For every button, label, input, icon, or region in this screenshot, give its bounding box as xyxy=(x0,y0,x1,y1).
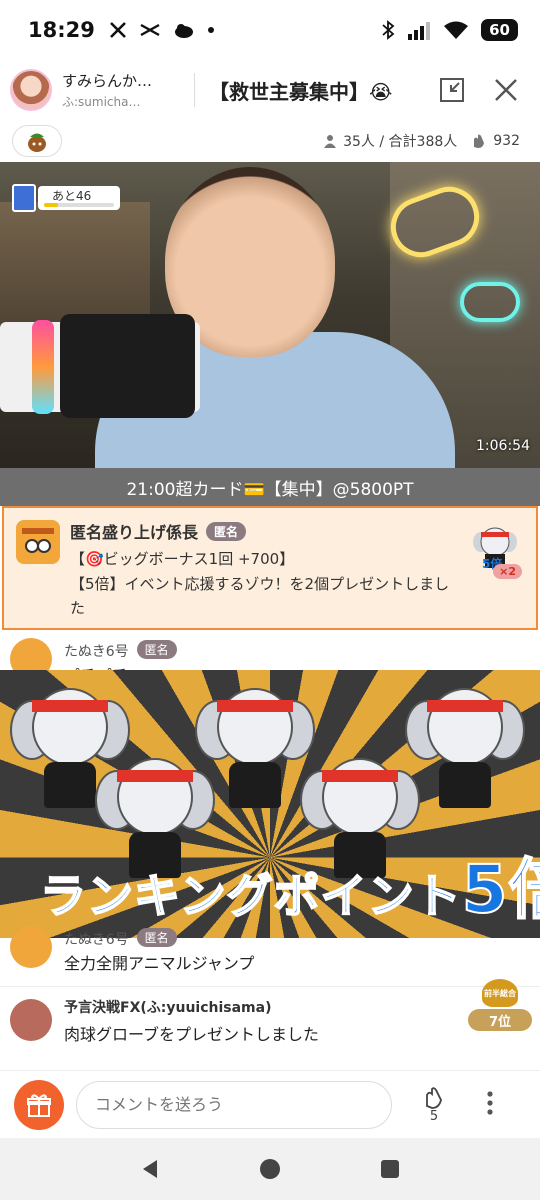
ranking-boost-multiplier: 5倍 xyxy=(461,850,540,929)
fan-badge-button[interactable] xyxy=(12,125,62,157)
microphone-ring xyxy=(32,320,54,414)
mission-progress xyxy=(44,203,114,207)
person-icon xyxy=(324,135,337,148)
ranking-boost-banner: ランキングポイント5倍 xyxy=(39,836,540,932)
capcut-icon xyxy=(140,23,160,37)
recents-icon[interactable] xyxy=(379,1158,401,1180)
like-count-text: 932 xyxy=(493,133,520,149)
viewer-count: 35人 / 合計388人 xyxy=(323,131,457,151)
mission-widget[interactable]: あと46 xyxy=(12,184,122,212)
mission-label: あと46 xyxy=(52,189,92,203)
home-icon[interactable] xyxy=(258,1157,282,1181)
clock: 18:29 xyxy=(28,18,95,42)
gift-sender-name-text: 匿名盛り上げ係長 xyxy=(70,523,199,542)
clap-icon xyxy=(426,1087,442,1109)
close-icon xyxy=(495,79,517,101)
battery-indicator: 60 xyxy=(481,19,518,41)
back-icon[interactable] xyxy=(139,1158,161,1180)
comment-text: 全力全開アニマルジャンプ xyxy=(64,954,255,973)
commenter-avatar xyxy=(10,999,52,1041)
close-button[interactable] xyxy=(486,70,526,110)
streamer-avatar[interactable] xyxy=(10,69,52,111)
bluetooth-icon xyxy=(382,20,395,40)
glasses-icon xyxy=(22,528,54,553)
ranking-position: 7位 xyxy=(468,1009,532,1031)
stream-timecode: 1:06:54 xyxy=(476,438,530,454)
streamer-name: すみらんか… xyxy=(62,72,153,90)
commenter-name-text: たぬき6号 xyxy=(64,932,129,948)
anonymous-tag: 匿名 xyxy=(206,522,247,541)
ticker-text: 21:00超カード💳【集中】@5800PT xyxy=(126,479,414,500)
minimize-button[interactable] xyxy=(432,70,472,110)
signal-icon xyxy=(408,22,431,40)
neon-light xyxy=(460,282,520,322)
stream-subbar: 35人 / 合計388人 932 xyxy=(0,120,540,162)
stream-header: すみらんか… ふ:sumicha… 【救世主募集中】😭 xyxy=(0,60,540,120)
announcement-ticker: 21:00超カード💳【集中】@5800PT xyxy=(0,468,540,506)
ranking-badge[interactable]: 前半総合 7位 xyxy=(468,979,532,1043)
wifi-icon xyxy=(444,21,469,39)
more-options-button[interactable] xyxy=(486,1090,494,1120)
streamer-info[interactable]: すみらんか… ふ:sumicha… xyxy=(62,70,182,110)
mission-card-icon xyxy=(12,184,36,212)
gift-message-row: 予言決戦FX(ふ:yuuichisama) 肉球グローブをプレゼントしました 前… xyxy=(0,979,540,1062)
gift-icon xyxy=(27,1093,51,1117)
more-vertical-icon xyxy=(487,1090,493,1115)
ranking-boost-text: ランキングポイント xyxy=(39,868,462,924)
dot-icon xyxy=(207,27,214,33)
clap-button[interactable]: 5 xyxy=(422,1085,446,1124)
divider xyxy=(194,73,195,107)
like-count: 932 xyxy=(471,133,520,149)
status-bar: 18:29 60 xyxy=(0,0,540,60)
x-app-icon xyxy=(109,22,126,38)
anonymous-tag: 匿名 xyxy=(136,640,177,659)
anonymous-avatar xyxy=(16,520,60,564)
bottom-action-bar: 5 xyxy=(0,1070,540,1138)
cloud-icon xyxy=(174,24,193,38)
system-navigation-bar xyxy=(0,1138,540,1200)
stream-title: 【救世主募集中】😭 xyxy=(209,79,393,104)
clap-count: 5 xyxy=(429,1109,439,1124)
elephant-character xyxy=(405,680,525,810)
gift-sender-name: 匿名盛り上げ係長 匿名 xyxy=(70,519,247,543)
commenter-name: 予言決戦FX(ふ:yuuichisama) xyxy=(64,1000,272,1016)
video-player[interactable]: あと46 1:06:54 xyxy=(0,162,540,468)
commenter-name: たぬき6号 匿名 xyxy=(64,928,177,949)
mission-box: あと46 xyxy=(38,186,120,210)
anonymous-tag: 匿名 xyxy=(136,928,177,947)
minimize-icon xyxy=(440,78,464,102)
viewer-count-text: 35人 / 合計388人 xyxy=(343,134,458,150)
comment-text: 肉球グローブをプレゼントしました xyxy=(64,1025,320,1044)
streamer-id: ふ:sumicha… xyxy=(62,95,141,109)
ranking-badge-top: 前半総合 xyxy=(482,979,518,1007)
gift-notification[interactable]: 匿名盛り上げ係長 匿名 【🎯ビッグボーナス1回 +700】 【5倍】イベント応援す… xyxy=(2,506,538,630)
gift-count-badge: ×2 xyxy=(493,564,522,579)
microphone-grill xyxy=(60,314,195,418)
gift-animation-overlay: ランキングポイント5倍 xyxy=(0,670,540,938)
gift-bonus-text: 【🎯ビッグボーナス1回 +700】 xyxy=(70,550,295,568)
comment-feed[interactable]: たぬき6号匿名 パチパチ ランキングポイント5倍 たぬき6号匿名 xyxy=(0,630,540,1070)
acorn-icon xyxy=(28,133,46,152)
gift-button[interactable] xyxy=(14,1079,64,1130)
mission-progress-fill xyxy=(44,203,58,207)
commenter-name-text: たぬき6号 xyxy=(64,644,129,660)
commenter-avatar xyxy=(10,926,52,968)
clap-icon xyxy=(474,134,485,148)
gift-message-text: 【5倍】イベント応援するゾウ！を2個プレゼントしました xyxy=(70,575,450,617)
comment-input[interactable] xyxy=(76,1080,392,1129)
commenter-name: たぬき6号 匿名 xyxy=(64,640,177,661)
